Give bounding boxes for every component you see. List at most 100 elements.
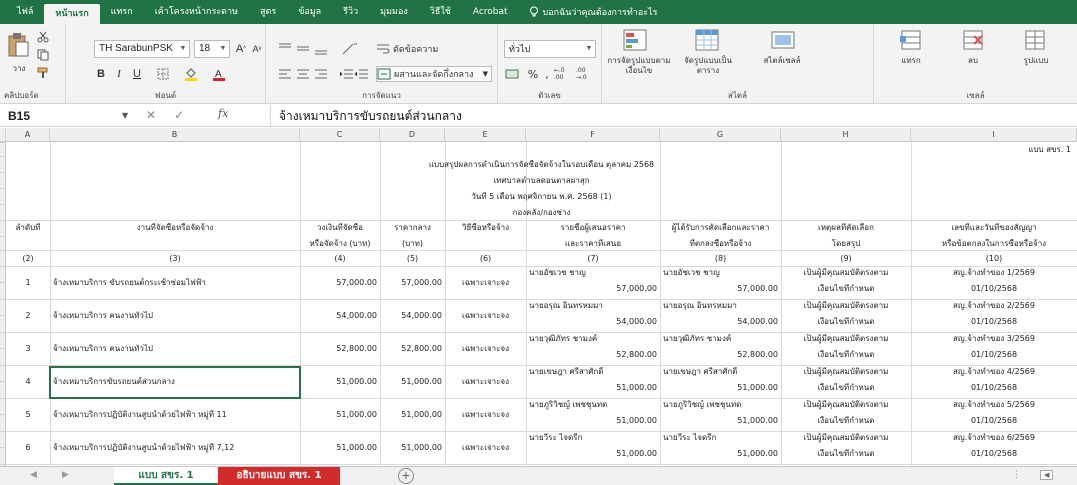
copy-button[interactable] <box>36 48 50 62</box>
method-cell[interactable]: เฉพาะเจาะจง <box>448 443 523 453</box>
tab-file[interactable]: ไฟล์ <box>6 0 44 24</box>
method-cell[interactable]: เฉพาะเจาะจง <box>448 311 523 321</box>
mid-price-cell[interactable]: 51,000.00 <box>383 377 442 387</box>
budget-cell[interactable]: 51,000.00 <box>303 410 377 420</box>
name-box[interactable]: B15 <box>4 107 104 125</box>
winner-price-cell[interactable]: 51,000.00 <box>663 383 778 393</box>
reason-line-2[interactable]: เงื่อนไขที่กำหนด <box>784 416 908 426</box>
fill-color-icon[interactable] <box>180 66 202 82</box>
winner-price-cell[interactable]: 54,000.00 <box>663 317 778 327</box>
task-cell[interactable]: จ้างเหมาบริการปฏิบัติงานสูบน้ำด้วยไฟฟ้า … <box>53 410 297 420</box>
tab-data[interactable]: ข้อมูล <box>287 0 332 24</box>
tab-insert[interactable]: แทรก <box>100 0 144 24</box>
contract-number-cell[interactable]: สญ.จ้างทำของ 1/2569 <box>914 268 1074 278</box>
mid-price-cell[interactable]: 51,000.00 <box>383 410 442 420</box>
sheet-tab-2[interactable]: อธิบายแบบ สขร. 1 <box>218 467 340 485</box>
bid-price-cell[interactable]: 51,000.00 <box>529 383 657 393</box>
method-cell[interactable]: เฉพาะเจาะจง <box>448 278 523 288</box>
column-header-f[interactable]: F <box>526 128 660 142</box>
wrap-text-button[interactable]: ตัดข้อความ <box>376 40 456 58</box>
budget-cell[interactable]: 51,000.00 <box>303 443 377 453</box>
method-cell[interactable]: เฉพาะเจาะจง <box>448 377 523 387</box>
indent-icons[interactable] <box>338 66 370 82</box>
formula-input[interactable]: จ้างเหมาบริการขับรถยนต์ส่วนกลาง <box>270 105 1070 127</box>
bid-price-cell[interactable]: 52,800.00 <box>529 350 657 360</box>
row-number[interactable]: 2 <box>9 311 47 321</box>
row-number[interactable]: 5 <box>9 410 47 420</box>
column-header-h[interactable]: H <box>781 128 911 142</box>
row-number[interactable]: 1 <box>9 278 47 288</box>
comma-style-icon[interactable]: , <box>542 66 552 82</box>
font-color-icon[interactable]: A <box>208 66 230 82</box>
contract-number-cell[interactable]: สญ.จ้างทำของ 6/2569 <box>914 433 1074 443</box>
paste-button[interactable] <box>6 30 30 60</box>
reason-line-2[interactable]: เงื่อนไขที่กำหนด <box>784 449 908 459</box>
row-number[interactable]: 3 <box>9 344 47 354</box>
reason-line-1[interactable]: เป็นผู้มีคุณสมบัติตรงตาม <box>784 367 908 377</box>
horizontal-scroll-icon[interactable]: ◀ <box>1040 470 1054 480</box>
contract-date-cell[interactable]: 01/10/2568 <box>914 449 1074 459</box>
budget-cell[interactable]: 52,800.00 <box>303 344 377 354</box>
reason-line-1[interactable]: เป็นผู้มีคุณสมบัติตรงตาม <box>784 400 908 410</box>
budget-cell[interactable]: 54,000.00 <box>303 311 377 321</box>
merge-center-button[interactable]: ผสานและจัดกึ่งกลาง ▼ <box>376 66 492 82</box>
decrease-decimal-icon[interactable]: .00 →.0 <box>576 66 596 82</box>
chevron-down-icon[interactable]: ▼ <box>122 111 128 120</box>
font-name-combo[interactable]: TH SarabunPSK ▼ <box>94 40 190 58</box>
task-cell[interactable]: จ้างเหมาบริการ ขับรถยนต์กระเช้าซ่อมไฟฟ้า <box>53 278 297 288</box>
winner-name-cell[interactable]: นายเขษฎา ศรีสาศักดิ์ <box>663 367 778 377</box>
format-painter-button[interactable] <box>36 66 50 80</box>
bid-price-cell[interactable]: 51,000.00 <box>529 449 657 459</box>
mid-price-cell[interactable]: 54,000.00 <box>383 311 442 321</box>
borders-icon[interactable] <box>152 66 174 82</box>
bidder-name-cell[interactable]: นายอรุณ อินทรหมมา <box>529 301 657 311</box>
bid-price-cell[interactable]: 57,000.00 <box>529 284 657 294</box>
winner-name-cell[interactable]: นายวีระ ไจดรีก <box>663 433 778 443</box>
task-cell[interactable]: จ้างเหมาบริการ คนงานทั่วไป <box>53 311 297 321</box>
winner-name-cell[interactable]: นายภูริวิชญ์ เพชชุนทด <box>663 400 778 410</box>
insert-function-icon[interactable]: fx <box>218 107 228 120</box>
tab-help[interactable]: วิธีใช้ <box>419 0 462 24</box>
winner-name-cell[interactable]: นายอรุณ อินทรหมมา <box>663 301 778 311</box>
contract-date-cell[interactable]: 01/10/2568 <box>914 383 1074 393</box>
contract-number-cell[interactable]: สญ.จ้างทำของ 2/2569 <box>914 301 1074 311</box>
contract-date-cell[interactable]: 01/10/2568 <box>914 350 1074 360</box>
cancel-icon[interactable]: ✕ <box>146 108 156 122</box>
column-header-g[interactable]: G <box>660 128 781 142</box>
orientation-icon[interactable] <box>338 40 362 58</box>
bold-icon[interactable]: B <box>94 66 108 82</box>
sheet-tab-1[interactable]: แบบ สขร. 1 <box>114 467 218 485</box>
reason-line-2[interactable]: เงื่อนไขที่กำหนด <box>784 317 908 327</box>
winner-name-cell[interactable]: นายวุฒิภัทร ชามงค์ <box>663 334 778 344</box>
column-header-b[interactable]: B <box>50 128 300 142</box>
row-number[interactable]: 6 <box>9 443 47 453</box>
bidder-name-cell[interactable]: นายเขษฎา ศรีสาศักดิ์ <box>529 367 657 377</box>
format-as-table-icon[interactable] <box>694 28 720 52</box>
winner-price-cell[interactable]: 57,000.00 <box>663 284 778 294</box>
scroll-right-icon[interactable]: ▶ <box>62 470 69 480</box>
reason-line-2[interactable]: เงื่อนไขที่กำหนด <box>784 383 908 393</box>
column-header-d[interactable]: D <box>380 128 445 142</box>
tab-view[interactable]: มุมมอง <box>369 0 419 24</box>
cell-styles-icon[interactable] <box>770 28 796 52</box>
contract-number-cell[interactable]: สญ.จ้างทำของ 3/2569 <box>914 334 1074 344</box>
winner-price-cell[interactable]: 51,000.00 <box>663 449 778 459</box>
mid-price-cell[interactable]: 51,000.00 <box>383 443 442 453</box>
worksheet-grid[interactable]: แบบ สขร. 1 แบบสรุปผลการดำเนินการจัดซื้อจ… <box>6 142 1077 466</box>
budget-cell[interactable]: 51,000.00 <box>303 377 377 387</box>
delete-cells-icon[interactable] <box>960 28 986 52</box>
italic-icon[interactable]: I <box>112 66 126 82</box>
number-format-combo[interactable]: ทั่วไป ▼ <box>504 40 596 58</box>
contract-date-cell[interactable]: 01/10/2568 <box>914 284 1074 294</box>
bid-price-cell[interactable]: 54,000.00 <box>529 317 657 327</box>
more-options-icon[interactable]: ⋮ <box>1012 470 1021 480</box>
bidder-name-cell[interactable]: นายภูริวิชญ์ เพชชุนทด <box>529 400 657 410</box>
font-size-combo[interactable]: 18 ▼ <box>194 40 230 58</box>
method-cell[interactable]: เฉพาะเจาะจง <box>448 344 523 354</box>
mid-price-cell[interactable]: 52,800.00 <box>383 344 442 354</box>
row-number[interactable]: 4 <box>9 377 47 387</box>
tab-acrobat[interactable]: Acrobat <box>462 0 519 24</box>
reason-line-1[interactable]: เป็นผู้มีคุณสมบัติตรงตาม <box>784 433 908 443</box>
horizontal-align-icons[interactable] <box>276 66 330 82</box>
scroll-left-icon[interactable]: ◀ <box>30 470 37 480</box>
